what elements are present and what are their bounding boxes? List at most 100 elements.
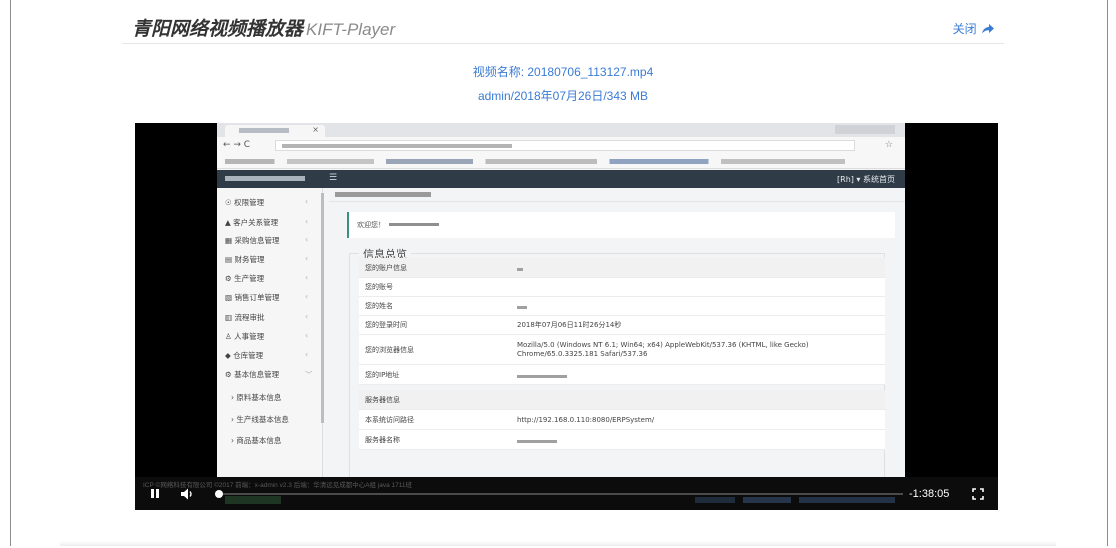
sidebar-item-label: ⚙ 基本信息管理 bbox=[225, 370, 280, 379]
control-bar: ICP ©网络科技有限公司 ©2017 前端：x-admin v2.3 后端：华… bbox=[135, 477, 998, 510]
sidebar-item[interactable]: ⚙ 基本信息管理 ﹀ bbox=[225, 369, 313, 380]
chevron-icon: ‹ bbox=[305, 197, 308, 206]
sidebar-item[interactable]: ⚙ 生产管理 ‹ bbox=[225, 273, 308, 284]
redacted-value bbox=[517, 306, 527, 309]
sidebar-item-label: › 生产线基本信息 bbox=[231, 415, 289, 424]
chevron-icon: ﹀ bbox=[305, 370, 313, 379]
video-player[interactable]: × ← → C ☆ ☰ [Rh] ▾ 系统首页 ☉ 权限管理 ‹ ▲ 客户关系管理 ‹… bbox=[135, 123, 998, 510]
pause-icon[interactable] bbox=[149, 487, 161, 499]
row-label: 您的姓名 bbox=[365, 302, 393, 310]
video-details: admin/2018年07月26日/343 MB bbox=[477, 89, 649, 103]
sidebar-item-label: ♙ 人事管理 bbox=[225, 332, 265, 341]
welcome-box: 欢迎您！ bbox=[347, 212, 895, 238]
sidebar-item-label: › 原料基本信息 bbox=[231, 393, 282, 402]
sidebar-item[interactable]: ◆ 仓库管理 ‹ bbox=[225, 350, 308, 361]
sidebar-item-label: ▤ 财务管理 bbox=[225, 255, 265, 264]
redacted-value bbox=[517, 374, 567, 378]
table-row: 您的姓名 bbox=[359, 297, 885, 316]
table-group-header: 服务器信息 bbox=[359, 390, 885, 410]
table-row: 您的浏览器信息 Mozilla/5.0 (Windows NT 6.1; Win6… bbox=[359, 335, 885, 365]
row-label: 您的浏览器信息 bbox=[365, 345, 414, 354]
sidebar-item-label: ⚙ 生产管理 bbox=[225, 274, 265, 283]
fullscreen-icon[interactable] bbox=[972, 487, 984, 500]
app-sidebar: ☉ 权限管理 ‹ ▲ 客户关系管理 ‹ ▦ 采购信息管理 ‹ ▤ 财务管理 ‹ ⚙ 生产管理 ‹ ▧… bbox=[217, 188, 323, 477]
row-label: 您的登录时间 bbox=[365, 321, 407, 329]
browser-addressbar: ← → C ☆ bbox=[217, 137, 905, 155]
title-main: 青阳网络视频播放器 bbox=[132, 19, 304, 40]
window-controls bbox=[835, 125, 895, 134]
close-label: 关闭 bbox=[952, 22, 977, 36]
table-row: 服务器名称 bbox=[359, 430, 885, 450]
table-group-header: 您的账户信息 bbox=[359, 258, 885, 278]
row-value: 2018年07月06日11时26分14秒 bbox=[517, 321, 622, 329]
row-label: 您的账户信息 bbox=[365, 263, 407, 272]
app-tab-strip bbox=[329, 188, 905, 202]
chevron-icon: ‹ bbox=[305, 350, 308, 359]
app-brand bbox=[225, 176, 305, 181]
table-row: 您的账号 bbox=[359, 278, 885, 297]
table-row: 本系统访问路径 http://192.168.0.110:8080/ERPSyst… bbox=[359, 410, 885, 430]
menu-icon: ☰ bbox=[329, 173, 338, 183]
tray-ghost bbox=[695, 497, 895, 503]
row-label: 服务器名称 bbox=[365, 435, 400, 444]
app-topbar: ☰ [Rh] ▾ 系统首页 bbox=[217, 170, 905, 188]
sidebar-item[interactable]: ▧ 销售订单管理 ‹ bbox=[225, 292, 308, 303]
row-value: http://192.168.0.110:8080/ERPSystem/ bbox=[517, 415, 655, 424]
page-bottom-shadow bbox=[60, 541, 1056, 546]
row-label: 本系统访问路径 bbox=[365, 415, 414, 424]
app-content: 欢迎您！ 信息总览 您的账户信息 您的账号 您的姓名 您的登录时间 2018年07月06… bbox=[329, 188, 905, 477]
video-name: 视频名称: 20180706_113127.mp4 bbox=[472, 65, 654, 79]
redacted-value bbox=[517, 439, 557, 443]
address-field bbox=[275, 140, 855, 151]
row-label: 服务器信息 bbox=[365, 395, 400, 404]
row-label: 您的IP地址 bbox=[365, 370, 400, 379]
sidebar-item[interactable]: ▲ 客户关系管理 ‹ bbox=[225, 217, 308, 228]
browser-tabbar: × bbox=[217, 123, 905, 137]
sidebar-item-label: ▦ 采购信息管理 bbox=[225, 236, 280, 245]
sidebar-item[interactable]: ☉ 权限管理 ‹ bbox=[225, 197, 308, 208]
chevron-icon: ‹ bbox=[305, 292, 308, 301]
sidebar-item[interactable]: ▤ 财务管理 ‹ bbox=[225, 254, 308, 265]
sidebar-item[interactable]: › 原料基本信息 bbox=[231, 392, 281, 403]
browser-nav-icons: ← → C bbox=[223, 140, 251, 150]
progress-track[interactable] bbox=[215, 490, 903, 498]
sidebar-item[interactable]: › 生产线基本信息 bbox=[231, 414, 289, 425]
sidebar-item-label: › 商品基本信息 bbox=[231, 436, 282, 445]
page-header: 青阳网络视频播放器 KIFT-Player 关闭 bbox=[122, 0, 1004, 44]
row-value: Mozilla/5.0 (Windows NT 6.1; Win64; x64)… bbox=[517, 340, 809, 358]
sidebar-item-label: ☉ 权限管理 bbox=[225, 198, 265, 207]
close-link[interactable]: 关闭 bbox=[953, 20, 994, 37]
sidebar-item-label: ◆ 仓库管理 bbox=[225, 351, 264, 360]
sidebar-item[interactable]: ▥ 流程审批 ‹ bbox=[225, 312, 308, 323]
chevron-icon: ‹ bbox=[305, 312, 308, 321]
row-label: 您的账号 bbox=[365, 283, 393, 291]
video-frame: × ← → C ☆ ☰ [Rh] ▾ 系统首页 ☉ 权限管理 ‹ ▲ 客户关系管理 ‹… bbox=[217, 123, 905, 477]
sidebar-item[interactable]: ♙ 人事管理 ‹ bbox=[225, 331, 308, 342]
table-row: 您的IP地址 bbox=[359, 365, 885, 385]
browser-tab: × bbox=[225, 125, 325, 137]
sidebar-item-label: ▧ 销售订单管理 bbox=[225, 293, 280, 302]
redacted-value bbox=[517, 267, 523, 271]
sidebar-scrollbar bbox=[321, 193, 324, 423]
taskbar-ghost bbox=[225, 496, 281, 504]
chevron-icon: ‹ bbox=[305, 273, 308, 282]
sidebar-item-label: ▲ 客户关系管理 bbox=[225, 218, 279, 227]
bookmarks-bar bbox=[217, 155, 905, 169]
chevron-icon: ‹ bbox=[305, 331, 308, 340]
app-user-menu: [Rh] ▾ 系统首页 bbox=[837, 175, 895, 184]
sidebar-item[interactable]: › 商品基本信息 bbox=[231, 435, 281, 446]
page-title: 青阳网络视频播放器 KIFT-Player bbox=[132, 14, 395, 41]
time-remaining: -1:38:05 bbox=[909, 488, 950, 500]
sidebar-item[interactable]: ▦ 采购信息管理 ‹ bbox=[225, 235, 308, 246]
sidebar-item-label: ▥ 流程审批 bbox=[225, 313, 265, 322]
title-subtitle: KIFT-Player bbox=[306, 20, 396, 39]
table-row: 您的登录时间 2018年07月06日11时26分14秒 bbox=[359, 316, 885, 335]
welcome-text: 欢迎您！ bbox=[357, 221, 385, 229]
chevron-icon: ‹ bbox=[305, 254, 308, 263]
volume-icon[interactable] bbox=[181, 487, 195, 500]
star-icon: ☆ bbox=[884, 140, 893, 150]
chevron-icon: ‹ bbox=[305, 217, 308, 226]
progress-handle[interactable] bbox=[215, 490, 223, 498]
chevron-icon: ‹ bbox=[305, 235, 308, 244]
share-arrow-icon bbox=[982, 24, 994, 34]
